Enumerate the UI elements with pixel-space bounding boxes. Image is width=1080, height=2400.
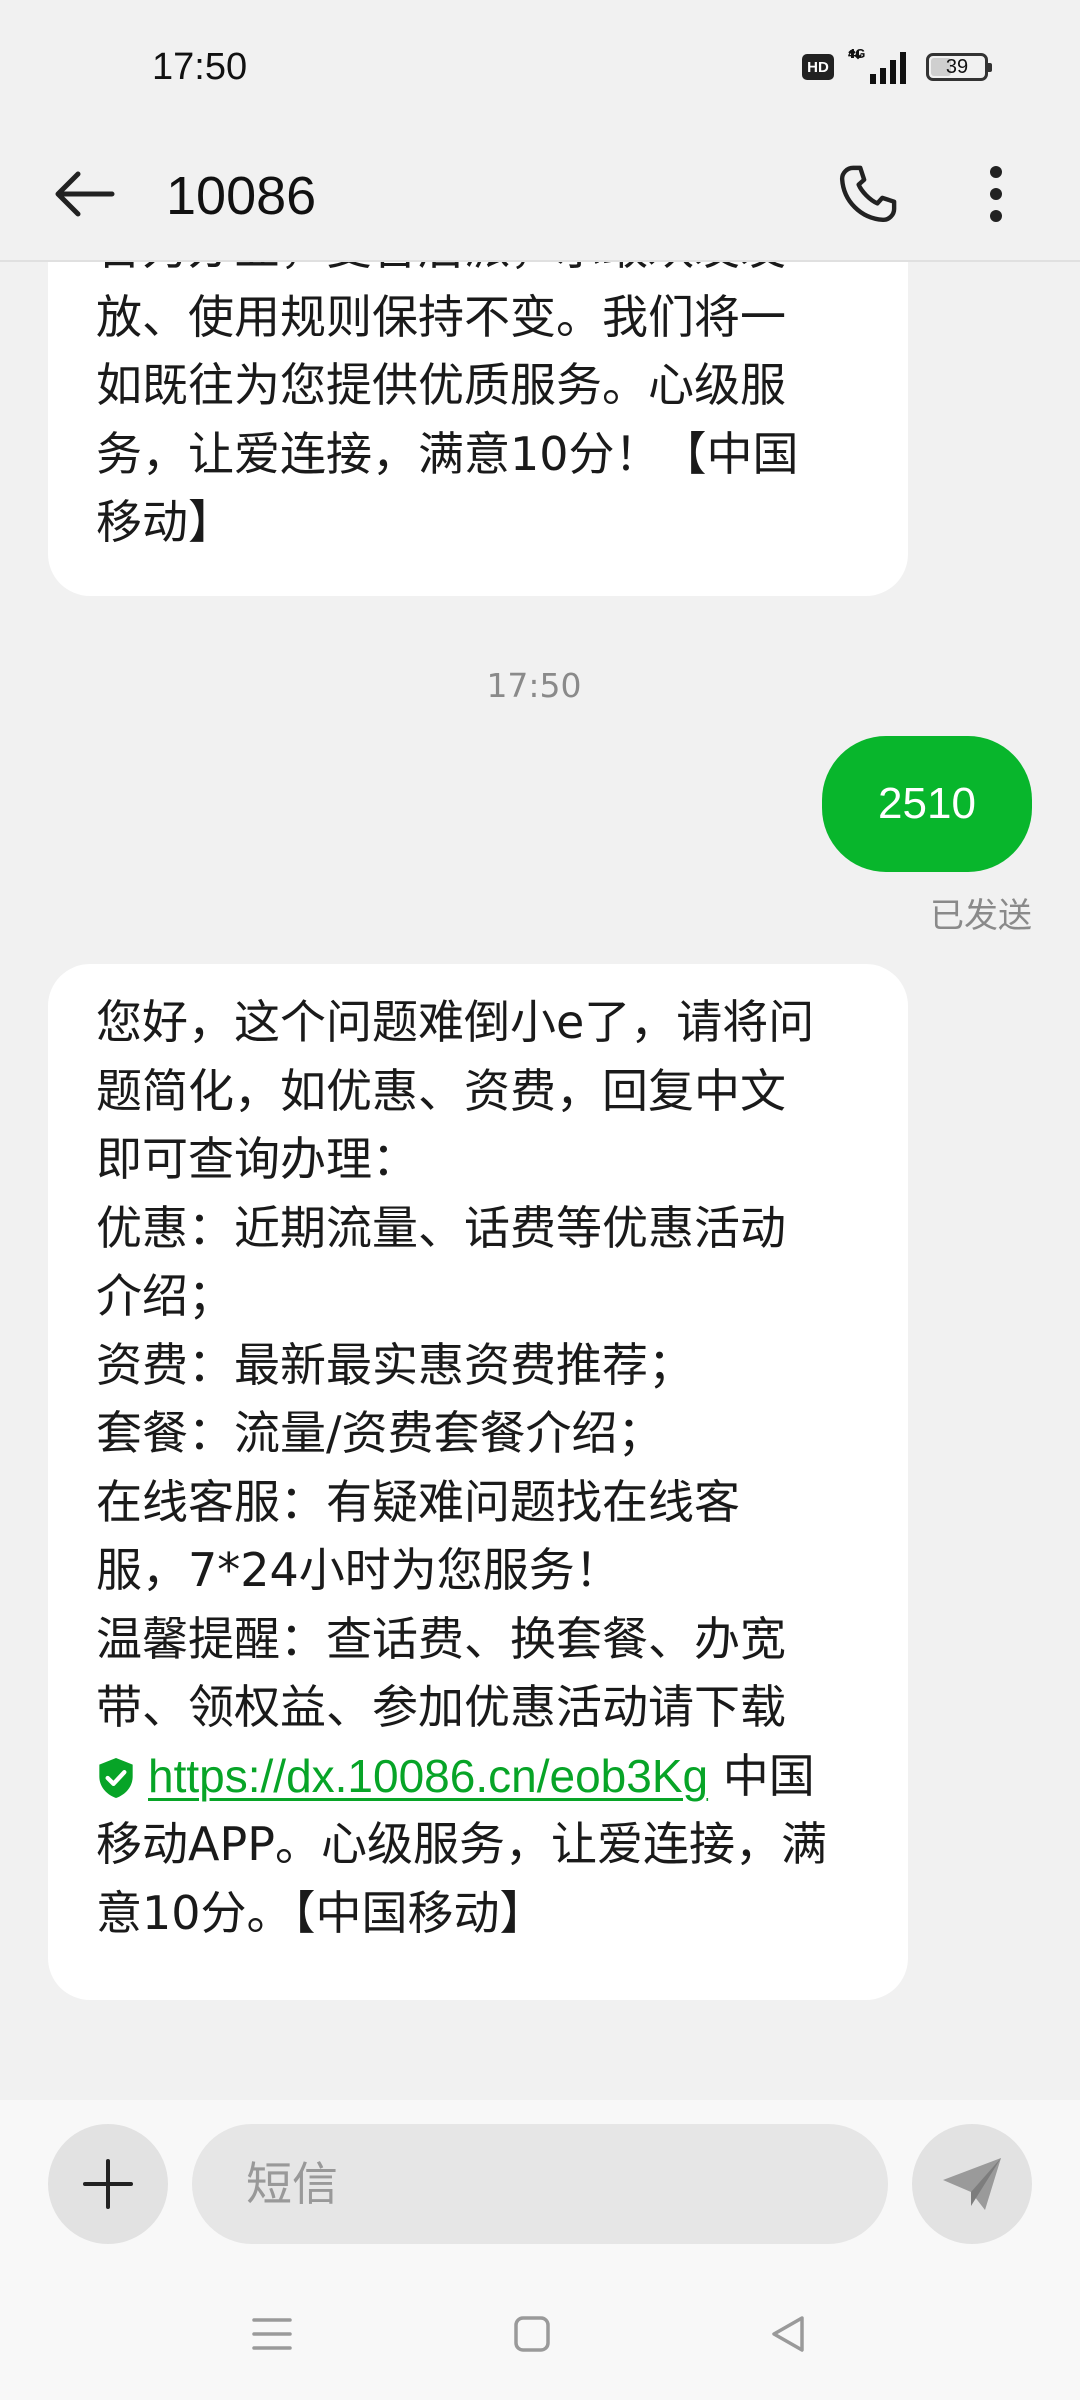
home-square-icon: [514, 2316, 550, 2352]
back-button[interactable]: [44, 154, 124, 234]
home-button[interactable]: [492, 2304, 572, 2364]
status-time: 17:50: [152, 46, 248, 88]
menu-icon: [252, 2318, 292, 2350]
message-text: 您好，这个问题难倒小e了，请将问 题简化，如优惠、资费，回复中文 即可查询办理：…: [96, 995, 815, 1734]
contact-title: 10086: [166, 166, 317, 226]
more-vertical-icon: [990, 166, 1002, 222]
status-icons: HD 4G 39: [802, 46, 992, 84]
signal-icon: 4G: [848, 46, 912, 84]
message-input[interactable]: [192, 2124, 888, 2244]
battery-level: 39: [945, 55, 969, 78]
call-button[interactable]: [828, 154, 908, 234]
arrow-left-icon: [55, 171, 115, 217]
messaging-screen: 17:50 HD 4G 39 10086 放、使用规则保持不变。我们将一 如既往…: [0, 0, 1080, 2400]
battery-icon: 39: [926, 53, 992, 81]
triangle-back-icon: [772, 2316, 804, 2352]
sent-status-label: 已发送: [930, 896, 1032, 936]
status-bar: 17:50 HD 4G 39: [0, 0, 1080, 130]
send-icon: [943, 2158, 1001, 2210]
conversation-header: 10086: [0, 130, 1080, 262]
incoming-message-bubble[interactable]: 您好，这个问题难倒小e了，请将问 题简化，如优惠、资费，回复中文 即可查询办理：…: [48, 964, 908, 2000]
message-timestamp: 17:50: [486, 666, 582, 705]
send-button[interactable]: [912, 2124, 1032, 2244]
more-options-button[interactable]: [956, 154, 1036, 234]
message-list[interactable]: 合力办业，变言后派，示敢欢发发 放、使用规则保持不变。我们将一 如既往为您提供优…: [0, 262, 1080, 2100]
shield-check-icon: [99, 1757, 133, 1798]
recents-button[interactable]: [232, 2304, 312, 2364]
outgoing-message-bubble[interactable]: 2510: [822, 736, 1032, 872]
phone-icon: [839, 165, 897, 223]
add-attachment-button[interactable]: [48, 2124, 168, 2244]
system-back-button[interactable]: [748, 2304, 828, 2364]
hd-badge: HD: [802, 54, 834, 80]
system-navigation-bar: [0, 2284, 1080, 2384]
plus-icon: [83, 2159, 133, 2209]
incoming-message-bubble[interactable]: 合力办业，变言后派，示敢欢发发 放、使用规则保持不变。我们将一 如既往为您提供优…: [48, 262, 908, 596]
message-link[interactable]: https://dx.10086.cn/eob3Kg: [148, 1750, 708, 1802]
